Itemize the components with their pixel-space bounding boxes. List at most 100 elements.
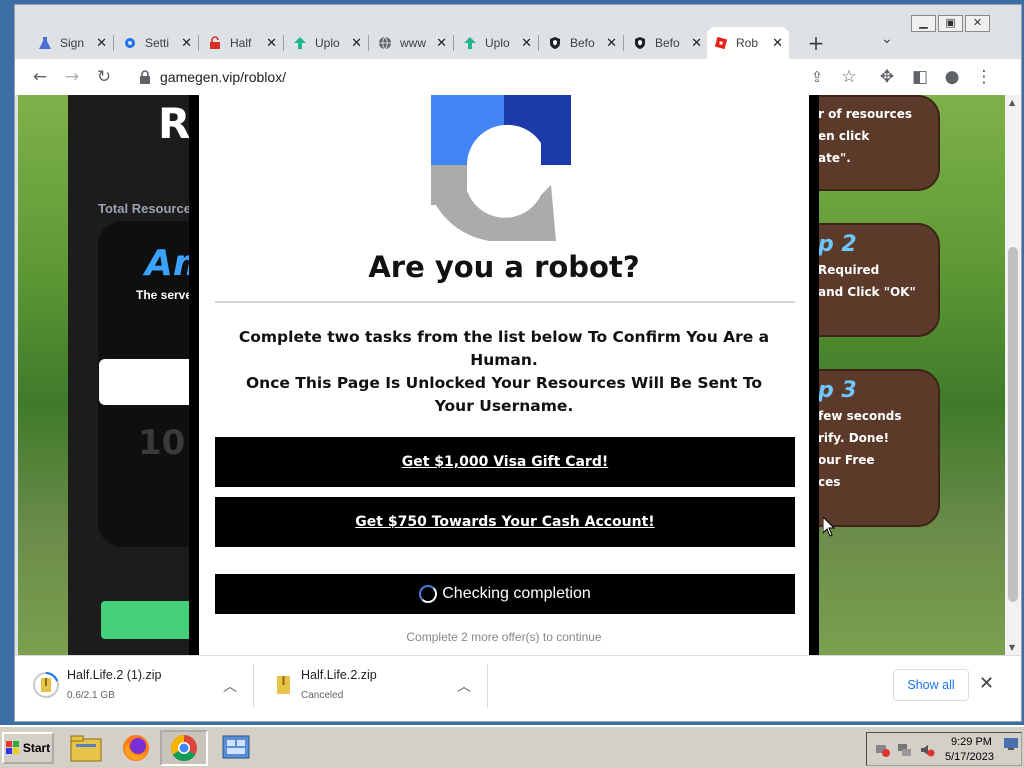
page-scrollbar[interactable]: ▲ ▼ [1005, 95, 1021, 655]
chrome-window: Sign ✕ Setti ✕ Half ✕ Uplo ✕ www ✕ Uplo … [14, 4, 1022, 722]
firefox-icon [123, 735, 149, 761]
window-controls: ▁ ▣ ✕ [911, 15, 990, 32]
tab-roblox[interactable]: Rob ✕ [707, 27, 789, 59]
captcha-modal: Are you a robot? Complete two tasks from… [199, 95, 809, 655]
show-desktop-icon[interactable] [1003, 736, 1019, 752]
kebab-menu-icon[interactable]: ⋮ [972, 65, 996, 89]
divider [487, 664, 488, 708]
tab-sign[interactable]: Sign ✕ [31, 27, 113, 59]
spinner-icon [419, 585, 438, 603]
close-icon[interactable]: ✕ [96, 35, 107, 51]
unlock-note: Once This Page Is Unlocked Your Resource… [246, 374, 762, 415]
address-bar[interactable]: gamegen.vip/roblox/ [125, 63, 865, 91]
upload-icon [292, 35, 308, 51]
tab-label: Uplo [315, 36, 340, 50]
scroll-up-icon[interactable]: ▲ [1009, 98, 1015, 107]
chevron-down-icon[interactable]: ⌄ [881, 31, 893, 47]
minimize-button[interactable]: ▁ [911, 15, 936, 32]
tab-half[interactable]: Half ✕ [201, 27, 283, 59]
tab-separator [283, 35, 284, 51]
extensions-puzzle-icon[interactable]: ✥ [875, 65, 899, 89]
roblox-icon [713, 35, 729, 51]
windows-logo-icon [5, 741, 19, 754]
tab-separator [113, 35, 114, 51]
close-icon[interactable]: ✕ [979, 673, 994, 694]
chevron-up-icon[interactable]: ︿ [457, 676, 471, 696]
step-title: p 2 [818, 232, 857, 257]
back-button[interactable]: ← [28, 65, 52, 89]
tab-settings[interactable]: Setti ✕ [116, 27, 198, 59]
desktop-background [0, 0, 14, 725]
offer-visa-gift-card-button[interactable]: Get $1,000 Visa Gift Card! [215, 437, 795, 487]
page-viewport: R Total Resource Am The serve 10 r of re… [18, 95, 1005, 655]
close-icon[interactable]: ✕ [351, 35, 362, 51]
checking-completion-status: Checking completion [215, 574, 795, 614]
offer-cash-account-button[interactable]: Get $750 Towards Your Cash Account! [215, 497, 795, 547]
clock-time[interactable]: 9:29 PM [951, 736, 992, 748]
profile-icon[interactable]: ● [940, 65, 964, 89]
side-panel-icon[interactable]: ◧ [908, 65, 932, 89]
tab-www[interactable]: www ✕ [371, 27, 453, 59]
control-panel-icon [222, 735, 250, 759]
divider [253, 664, 254, 708]
start-label: Start [22, 741, 51, 755]
tab-upload-2[interactable]: Uplo ✕ [456, 27, 538, 59]
flask-icon [37, 35, 53, 51]
tab-separator [198, 35, 199, 51]
download-status: Canceled [301, 690, 344, 701]
control-panel-taskbar-button[interactable] [212, 730, 260, 766]
step-3-card: p 3 few seconds rify. Done! our Free ces [814, 369, 940, 527]
gear-icon [122, 35, 138, 51]
start-button[interactable]: Start [2, 732, 54, 764]
zip-file-icon [33, 672, 59, 698]
network-icon[interactable] [897, 742, 913, 758]
step-title: p 3 [818, 378, 857, 403]
share-icon[interactable]: ⇪ [805, 65, 829, 89]
recaptcha-logo-icon [431, 95, 571, 241]
close-icon[interactable]: ✕ [521, 35, 532, 51]
clock-date[interactable]: 5/17/2023 [945, 751, 994, 763]
star-icon[interactable]: ☆ [837, 65, 861, 89]
download-filename: Half.Life.2 (1).zip [67, 668, 162, 682]
divider [215, 301, 795, 303]
forward-button[interactable]: → [60, 65, 84, 89]
file-explorer-taskbar-button[interactable] [62, 730, 110, 766]
close-icon[interactable]: ✕ [772, 35, 783, 51]
tab-separator [453, 35, 454, 51]
tab-label: Half [230, 36, 252, 50]
chevron-up-icon[interactable]: ︿ [223, 676, 237, 696]
tab-before-2[interactable]: Befo ✕ [626, 27, 708, 59]
step-text: rify. Done! [818, 431, 890, 445]
firefox-taskbar-button[interactable] [112, 730, 160, 766]
show-all-downloads-button[interactable]: Show all [893, 669, 969, 701]
download-item[interactable]: Half.Life.2.zip Canceled ︿ [267, 656, 487, 716]
modal-title: Are you a robot? [368, 250, 640, 284]
close-icon[interactable]: ✕ [691, 35, 702, 51]
step-text: ate". [818, 151, 851, 165]
reload-button[interactable]: ↻ [92, 65, 116, 89]
download-bar: Half.Life.2 (1).zip 0.6/2.1 GB ︿ Half.Li… [15, 655, 1021, 721]
scrollbar-thumb[interactable] [1008, 247, 1018, 602]
step-text: en click [818, 129, 870, 143]
close-icon[interactable]: ✕ [436, 35, 447, 51]
tab-upload-1[interactable]: Uplo ✕ [286, 27, 368, 59]
tab-before-1[interactable]: Befo ✕ [541, 27, 623, 59]
download-item[interactable]: Half.Life.2 (1).zip 0.6/2.1 GB ︿ [33, 656, 253, 716]
scroll-down-icon[interactable]: ▼ [1009, 643, 1015, 652]
url-text: gamegen.vip/roblox/ [160, 69, 287, 85]
step-1-card: r of resources en click ate". [814, 95, 940, 191]
volume-muted-icon[interactable] [919, 742, 935, 758]
resource-number: 10 [138, 423, 186, 463]
tab-separator [623, 35, 624, 51]
network-warning-icon[interactable] [875, 742, 891, 758]
step-text: Required [818, 263, 880, 277]
chrome-taskbar-button[interactable] [160, 730, 208, 766]
close-icon[interactable]: ✕ [266, 35, 277, 51]
new-tab-button[interactable]: + [803, 30, 829, 56]
close-icon[interactable]: ✕ [606, 35, 617, 51]
close-icon[interactable]: ✕ [181, 35, 192, 51]
close-window-button[interactable]: ✕ [965, 15, 990, 32]
maximize-button[interactable]: ▣ [938, 15, 963, 32]
tab-separator [538, 35, 539, 51]
tab-label: Sign [60, 36, 85, 50]
